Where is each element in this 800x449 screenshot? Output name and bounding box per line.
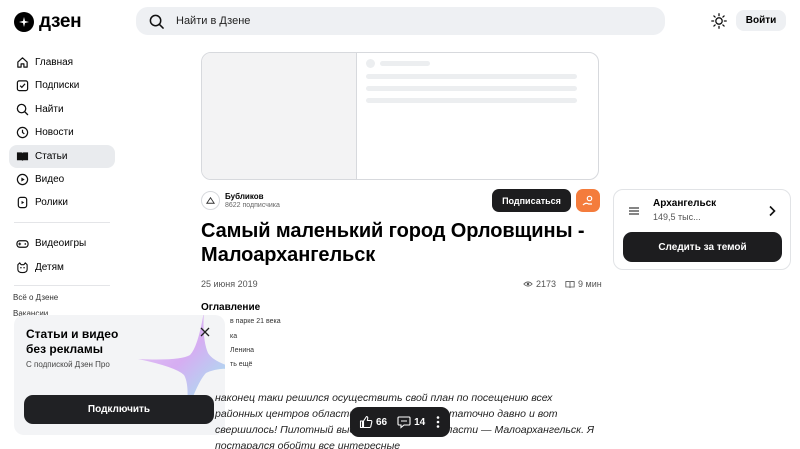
- toc-item[interactable]: Ленина: [230, 347, 254, 354]
- donate-icon: [582, 195, 593, 205]
- logo-text: дзен: [39, 11, 82, 32]
- like-icon[interactable]: [359, 415, 373, 429]
- sidebar-item-label: Детям: [35, 261, 64, 273]
- follow-topic-button[interactable]: Следить за темой: [623, 232, 782, 262]
- read-time-icon: [565, 280, 575, 288]
- sidebar-item-label: Ролики: [35, 197, 68, 209]
- kids-icon: [17, 262, 28, 273]
- author-block[interactable]: Бубликов 8622 подписчика: [201, 191, 280, 210]
- author-subscribers: 8622 подписчика: [225, 202, 280, 209]
- login-button[interactable]: Войти: [736, 10, 786, 31]
- sidebar-item-label: Видеоигры: [35, 238, 87, 250]
- article-cover-image[interactable]: [201, 52, 599, 180]
- cover-placeholder: [202, 53, 357, 179]
- skeleton-line: [380, 61, 430, 66]
- search-icon: [149, 14, 164, 29]
- home-icon: [17, 57, 28, 68]
- sidebar-item-label: Найти: [35, 103, 64, 115]
- comment-icon[interactable]: [397, 415, 411, 429]
- avatar: [201, 191, 220, 210]
- read-time: 9 мин: [578, 279, 602, 289]
- article-meta: 2173 9 мин: [523, 279, 602, 289]
- sidebar-item-label: Главная: [35, 57, 74, 68]
- sidebar-item-subscriptions[interactable]: Подписки: [9, 74, 115, 97]
- sidebar-item-label: Новости: [35, 127, 74, 139]
- shorts-icon: [17, 197, 28, 209]
- promo-banner: Статьи и видео без рекламы С подпиской Д…: [14, 315, 225, 435]
- sidebar-divider: [14, 284, 110, 286]
- dzen-logo[interactable]: дзен: [14, 11, 82, 33]
- donate-button[interactable]: [576, 189, 600, 212]
- subscribe-button[interactable]: Подписаться: [492, 189, 571, 212]
- sidebar-item-label: Подписки: [35, 80, 80, 92]
- promo-title: Статьи и видео без рекламы: [26, 327, 119, 356]
- topic-name[interactable]: Архангельск: [653, 198, 716, 209]
- author-name[interactable]: Бубликов: [225, 192, 264, 201]
- sidebar-item-label: Видео: [35, 173, 65, 185]
- skeleton-line: [366, 86, 577, 91]
- article-title: Самый маленький город Орловщины - Малоар…: [201, 220, 585, 266]
- sidebar-item-label: Статьи: [35, 150, 68, 162]
- sidebar-divider: [14, 222, 110, 224]
- skeleton-dot: [366, 59, 375, 68]
- skeleton-line: [366, 98, 577, 103]
- search-input[interactable]: Найти в Дзене: [136, 7, 665, 35]
- dzen-logo-icon: [14, 12, 34, 32]
- gamepad-icon: [16, 240, 29, 249]
- toc-title: Оглавление: [201, 302, 261, 313]
- toc-show-more[interactable]: ть ещё: [230, 361, 252, 368]
- eye-icon: [523, 281, 533, 287]
- chevron-right-icon[interactable]: [768, 205, 776, 217]
- toc-item[interactable]: ка: [230, 333, 237, 340]
- news-icon: [16, 126, 29, 139]
- more-options-icon[interactable]: [435, 415, 441, 429]
- search-placeholder: Найти в Дзене: [176, 15, 251, 27]
- sidebar-item-news[interactable]: Новости: [9, 121, 115, 144]
- comments-count: 14: [414, 416, 426, 428]
- sidebar-item-articles[interactable]: Статьи: [9, 144, 115, 168]
- topic-count: 149,5 тыс...: [653, 212, 701, 222]
- toc-item[interactable]: в парке 21 века: [230, 318, 281, 325]
- sidebar-item-kids[interactable]: Детям: [9, 256, 115, 279]
- sidebar-item-videogames[interactable]: Видеоигры: [9, 232, 115, 255]
- menu-icon: [629, 207, 639, 215]
- sidebar: Главная Подписки Найти Новости Статьи Ви…: [9, 51, 115, 322]
- views-count: 2173: [536, 279, 557, 289]
- sidebar-item-shorts[interactable]: Ролики: [9, 191, 115, 214]
- likes-count: 66: [376, 416, 388, 428]
- articles-icon: [16, 151, 29, 161]
- sidebar-item-search[interactable]: Найти: [9, 98, 115, 121]
- theme-toggle-sun-icon[interactable]: [709, 11, 729, 31]
- promo-connect-button[interactable]: Подключить: [24, 395, 214, 424]
- sidebar-item-video[interactable]: Видео: [9, 168, 115, 191]
- link-about-dzen[interactable]: Всё о Дзене: [13, 290, 115, 306]
- promo-subtitle: С подпиской Дзен Про: [26, 360, 110, 369]
- search-icon: [16, 103, 29, 116]
- topic-card: Архангельск 149,5 тыс... Следить за темо…: [613, 189, 791, 270]
- skeleton-line: [366, 74, 577, 79]
- sidebar-item-home[interactable]: Главная: [9, 51, 115, 74]
- article-date: 25 июня 2019: [201, 279, 258, 289]
- video-icon: [16, 173, 29, 186]
- subscriptions-icon: [16, 80, 29, 92]
- reactions-bar: 66 14: [350, 407, 450, 437]
- close-icon[interactable]: [198, 325, 212, 339]
